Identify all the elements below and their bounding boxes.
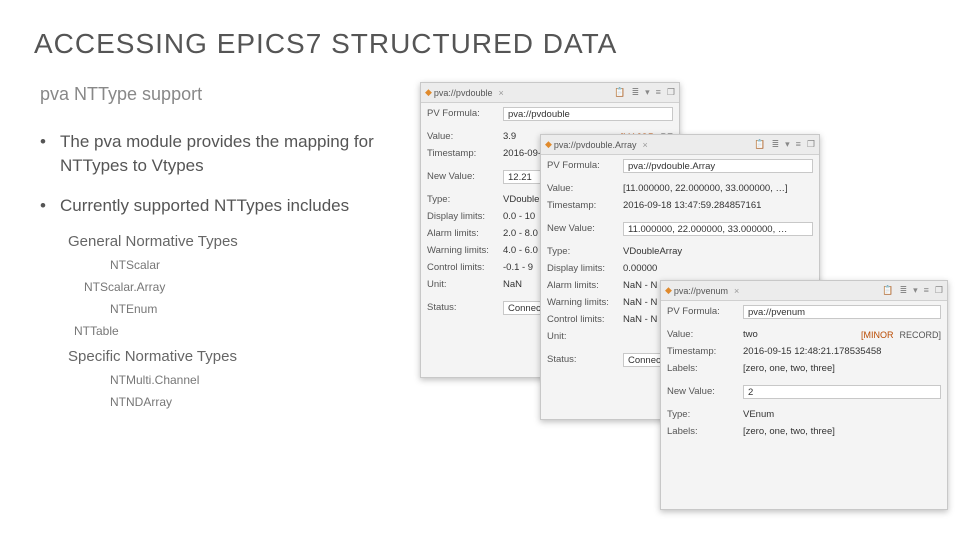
close-icon[interactable]: ×: [498, 88, 503, 98]
type-field: VDoubleArray: [623, 245, 813, 259]
label-labels: Labels:: [667, 363, 743, 374]
menu-icon[interactable]: [924, 285, 929, 296]
minimize-icon[interactable]: [913, 285, 918, 296]
probe-icon: ◆: [665, 285, 672, 296]
label-type: Type:: [547, 246, 623, 257]
label-newvalue: New Value:: [547, 223, 623, 234]
label-pvformula: PV Formula:: [427, 108, 503, 119]
slide: ACCESSING EPICS7 STRUCTURED DATA pva NTT…: [0, 0, 960, 540]
list-icon[interactable]: [900, 285, 908, 296]
label-pvformula: PV Formula:: [547, 160, 623, 171]
tab-title[interactable]: pva://pvdouble: [434, 88, 493, 98]
label-status: Status:: [547, 354, 623, 365]
value-field: [11.000000, 22.000000, 33.000000, …]: [623, 182, 813, 196]
label-value: Value:: [667, 329, 743, 340]
label-controllimits: Control limits:: [547, 314, 623, 325]
tab-bar: ◆ pva://pvenum ×: [661, 281, 947, 301]
bullet-list: • The pva module provides the mapping fo…: [40, 130, 400, 409]
label-status: Status:: [427, 302, 503, 313]
pvformula-input[interactable]: pva://pvdouble: [503, 107, 673, 121]
bullet-dot-icon: •: [40, 130, 60, 178]
newvalue-input[interactable]: 11.000000, 22.000000, 33.000000, …: [623, 222, 813, 236]
tab-bar: ◆ pva://pvdouble ×: [421, 83, 679, 103]
bullet-dot-icon: •: [40, 194, 60, 218]
probe-icon: ◆: [425, 87, 432, 98]
displaylimits-field: 0.00000: [623, 262, 813, 276]
label-labels: Labels:: [667, 426, 743, 437]
label-type: Type:: [427, 194, 503, 205]
label-warninglimits: Warning limits:: [547, 297, 623, 308]
label-value: Value:: [427, 131, 503, 142]
probe-panel-pvenum: ◆ pva://pvenum × PV Formula:pva://pvenum…: [660, 280, 948, 510]
label-unit: Unit:: [547, 331, 623, 342]
tab-bar: ◆ pva://pvdouble.Array ×: [541, 135, 819, 155]
list-icon[interactable]: [772, 139, 780, 150]
tab-title[interactable]: pva://pvdouble.Array: [554, 140, 637, 150]
label-warninglimits: Warning limits:: [427, 245, 503, 256]
type-ntscalararray: NTScalar.Array: [84, 280, 400, 294]
bullet-text: Currently supported NTTypes includes: [60, 194, 349, 218]
type-field: VEnum: [743, 408, 941, 422]
bullet-item: • Currently supported NTTypes includes: [40, 194, 400, 218]
section-heading-general: General Normative Types: [68, 233, 400, 250]
label-alarmlimits: Alarm limits:: [547, 280, 623, 291]
bullet-item: • The pva module provides the mapping fo…: [40, 130, 400, 178]
clipboard-icon[interactable]: [754, 139, 765, 150]
type-ntndarray: NTNDArray: [110, 395, 400, 409]
labels-field: [zero, one, two, three]: [743, 362, 941, 376]
type-ntenum: NTEnum: [110, 302, 400, 316]
timestamp-field: 2016-09-15 12:48:21.178535458: [743, 345, 941, 359]
label-value: Value:: [547, 183, 623, 194]
labels-field: [zero, one, two, three]: [743, 425, 941, 439]
menu-icon[interactable]: [796, 139, 801, 150]
probe-icon: ◆: [545, 139, 552, 150]
label-displaylimits: Display limits:: [427, 211, 503, 222]
bullet-text: The pva module provides the mapping for …: [60, 130, 400, 178]
label-displaylimits: Display limits:: [547, 263, 623, 274]
maximize-icon[interactable]: [667, 87, 675, 98]
label-type: Type:: [667, 409, 743, 420]
page-subtitle: pva NTType support: [40, 84, 202, 105]
label-timestamp: Timestamp:: [547, 200, 623, 211]
pvformula-input[interactable]: pva://pvenum: [743, 305, 941, 319]
minimize-icon[interactable]: [785, 139, 790, 150]
label-controllimits: Control limits:: [427, 262, 503, 273]
minimize-icon[interactable]: [645, 87, 650, 98]
timestamp-field: 2016-09-18 13:47:59.284857161: [623, 199, 813, 213]
label-unit: Unit:: [427, 279, 503, 290]
newvalue-input[interactable]: 2: [743, 385, 941, 399]
label-newvalue: New Value:: [667, 386, 743, 397]
status-badge: [MINORRECORD]: [861, 330, 941, 341]
type-ntscalar: NTScalar: [110, 258, 400, 272]
page-title: ACCESSING EPICS7 STRUCTURED DATA: [34, 28, 617, 60]
tab-title[interactable]: pva://pvenum: [674, 286, 728, 296]
label-newvalue: New Value:: [427, 171, 503, 182]
maximize-icon[interactable]: [935, 285, 943, 296]
pvformula-input[interactable]: pva://pvdouble.Array: [623, 159, 813, 173]
maximize-icon[interactable]: [807, 139, 815, 150]
label-timestamp: Timestamp:: [427, 148, 503, 159]
label-timestamp: Timestamp:: [667, 346, 743, 357]
close-icon[interactable]: ×: [734, 286, 739, 296]
type-ntmultichannel: NTMulti.Channel: [110, 373, 400, 387]
clipboard-icon[interactable]: [882, 285, 893, 296]
value-field: two: [743, 328, 855, 342]
clipboard-icon[interactable]: [614, 87, 625, 98]
menu-icon[interactable]: [656, 87, 661, 98]
label-pvformula: PV Formula:: [667, 306, 743, 317]
close-icon[interactable]: ×: [642, 140, 647, 150]
label-alarmlimits: Alarm limits:: [427, 228, 503, 239]
type-nttable: NTTable: [74, 324, 400, 338]
list-icon[interactable]: [632, 87, 640, 98]
section-heading-specific: Specific Normative Types: [68, 348, 400, 365]
